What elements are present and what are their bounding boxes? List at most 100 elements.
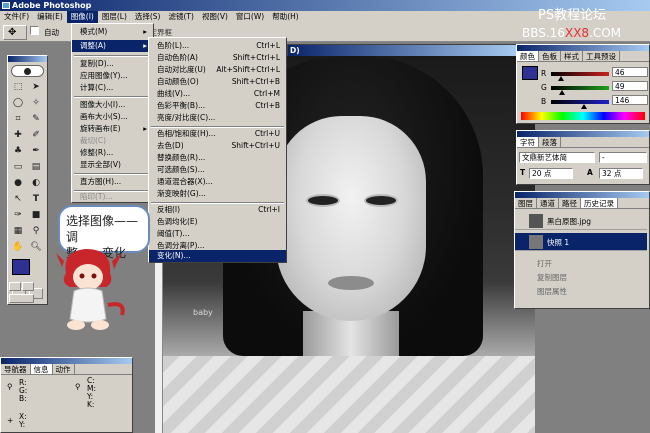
- tab-paths[interactable]: 路径: [559, 198, 581, 208]
- font-style-select[interactable]: -: [599, 152, 647, 163]
- color-spectrum-bar[interactable]: [521, 112, 645, 120]
- stamp-icon[interactable]: ♣: [10, 144, 26, 158]
- channel-g-value[interactable]: 49: [612, 81, 648, 91]
- menu-layer[interactable]: 图层(L): [98, 11, 131, 23]
- menu-file[interactable]: 文件(F): [0, 11, 33, 23]
- menu-select[interactable]: 选择(S): [131, 11, 165, 23]
- tab-actions[interactable]: 动作: [53, 364, 75, 374]
- menu-item-duplicate[interactable]: 复制(D)...: [72, 58, 153, 70]
- tab-layers[interactable]: 图层: [515, 198, 537, 208]
- eyedropper-icon[interactable]: ⚲: [28, 224, 44, 238]
- tab-navigator[interactable]: 导航器: [1, 364, 31, 374]
- history-snapshot-row[interactable]: 黑白原图.jpg: [515, 212, 647, 230]
- move-icon[interactable]: ➤: [28, 80, 44, 94]
- history-step-open[interactable]: 打开: [515, 258, 647, 270]
- channel-r-value[interactable]: 46: [612, 67, 648, 77]
- channel-r-slider[interactable]: [551, 72, 609, 81]
- tab-character[interactable]: 字符: [517, 137, 539, 147]
- menu-item-replace-color[interactable]: 替换颜色(R)...: [149, 152, 286, 164]
- slice-icon[interactable]: ✎: [28, 112, 44, 126]
- tab-channels[interactable]: 通道: [537, 198, 559, 208]
- menu-edit[interactable]: 编辑(E): [33, 11, 67, 23]
- menu-image[interactable]: 图像(I): [66, 11, 98, 23]
- foreground-color-swatch[interactable]: [12, 259, 30, 275]
- font-size-select[interactable]: 20 点: [529, 168, 573, 179]
- screen-mode-1-button[interactable]: [9, 282, 21, 291]
- menu-item-auto-color[interactable]: 自动颜色(O) Shift+Ctrl+B: [149, 76, 286, 88]
- brush-icon[interactable]: ✐: [28, 128, 44, 142]
- channel-r-slider-marker[interactable]: [558, 76, 565, 81]
- gradient-icon[interactable]: ▤: [28, 160, 44, 174]
- menu-item-equalize[interactable]: 色调均化(E): [149, 216, 286, 228]
- path-select-icon[interactable]: ↖: [10, 192, 26, 206]
- tab-styles[interactable]: 样式: [561, 51, 583, 61]
- menu-item-mode[interactable]: 模式(M) ▸: [72, 26, 153, 38]
- tab-tool-presets[interactable]: 工具预设: [583, 51, 620, 61]
- menu-item-variations[interactable]: 变化(N)...: [149, 250, 286, 262]
- menu-window[interactable]: 窗口(W): [232, 11, 268, 23]
- menu-item-hue-saturation[interactable]: 色相/饱和度(H)... Ctrl+U: [149, 128, 286, 140]
- screen-mode-2-button[interactable]: [22, 282, 34, 291]
- marquee-icon[interactable]: ⬚: [10, 80, 26, 94]
- history-brush-icon[interactable]: ✒: [28, 144, 44, 158]
- menu-view[interactable]: 视图(V): [198, 11, 232, 23]
- menu-help[interactable]: 帮助(H): [268, 11, 303, 23]
- menu-item-adjust[interactable]: 调整(A) ▸: [72, 40, 153, 52]
- dodge-icon[interactable]: ◐: [28, 176, 44, 190]
- tab-swatches[interactable]: 色板: [539, 51, 561, 61]
- notes-icon[interactable]: ▦: [10, 224, 26, 238]
- tab-color[interactable]: 颜色: [517, 51, 539, 61]
- menu-filter[interactable]: 滤镜(T): [165, 11, 198, 23]
- channel-b-slider[interactable]: [551, 100, 609, 109]
- font-family-select[interactable]: 文鼎新艺体简: [519, 152, 595, 163]
- magic-wand-icon[interactable]: ✧: [28, 96, 44, 110]
- auto-select-checkbox[interactable]: [30, 26, 41, 37]
- lasso-icon[interactable]: ◯: [10, 96, 26, 110]
- menu-item-desaturate[interactable]: 去色(D) Shift+Ctrl+U: [149, 140, 286, 152]
- crop-icon[interactable]: ⌗: [10, 112, 26, 126]
- menu-item-levels[interactable]: 色阶(L)... Ctrl+L: [149, 40, 286, 52]
- history-snapshot-1-row[interactable]: 快照 1: [515, 233, 647, 251]
- tab-info[interactable]: 信息: [30, 364, 53, 374]
- leading-select[interactable]: 32 点: [599, 168, 643, 179]
- menu-item-auto-levels[interactable]: 自动色阶(A) Shift+Ctrl+L: [149, 52, 286, 64]
- menu-item-invert[interactable]: 反相(I) Ctrl+I: [149, 204, 286, 216]
- menu-item-reveal-all[interactable]: 显示全部(V): [72, 159, 153, 171]
- menu-item-curves[interactable]: 曲线(V)... Ctrl+M: [149, 88, 286, 100]
- menu-item-rotate-canvas[interactable]: 旋转画布(E) ▸: [72, 123, 153, 135]
- menu-item-histogram[interactable]: 直方图(H)...: [72, 176, 153, 188]
- healing-brush-icon[interactable]: ✚: [10, 128, 26, 142]
- blur-icon[interactable]: ●: [10, 176, 26, 190]
- eye-logo-icon[interactable]: [11, 65, 44, 77]
- jump-to-imageready-button[interactable]: [9, 294, 34, 303]
- hand-icon[interactable]: ✋: [10, 240, 26, 254]
- menu-item-auto-contrast[interactable]: 自动对比度(U) Alt+Shift+Ctrl+L: [149, 64, 286, 76]
- menu-item-image-size[interactable]: 图像大小(I)...: [72, 99, 153, 111]
- menu-item-apply-image[interactable]: 应用图像(Y)...: [72, 70, 153, 82]
- menu-item-calculations[interactable]: 计算(C)...: [72, 82, 153, 94]
- color-panel-foreground-swatch[interactable]: [522, 66, 538, 80]
- menu-item-trim[interactable]: 修整(R)...: [72, 147, 153, 159]
- history-step-duplicate-layer[interactable]: 复制图层: [515, 272, 647, 284]
- pen-icon[interactable]: ✑: [10, 208, 26, 222]
- history-step-layer-properties[interactable]: 图层属性: [515, 286, 647, 298]
- menu-item-selective-color[interactable]: 可选颜色(S)...: [149, 164, 286, 176]
- menu-item-color-balance[interactable]: 色彩平衡(B)... Ctrl+B: [149, 100, 286, 112]
- channel-b-value[interactable]: 146: [612, 95, 648, 105]
- menu-item-channel-mixer[interactable]: 通道混合器(X)...: [149, 176, 286, 188]
- zoom-icon[interactable]: 🔍︎: [28, 240, 44, 254]
- menu-item-gradient-map[interactable]: 渐变映射(G)...: [149, 188, 286, 200]
- move-tool-preset-button[interactable]: ✥: [3, 25, 27, 40]
- channel-g-slider-marker[interactable]: [559, 90, 566, 95]
- type-icon[interactable]: T: [28, 192, 44, 206]
- shape-icon[interactable]: ■: [28, 208, 44, 222]
- tab-history[interactable]: 历史记录: [581, 198, 618, 208]
- menu-item-brightness-contrast[interactable]: 亮度/对比度(C)...: [149, 112, 286, 124]
- channel-g-slider[interactable]: [551, 86, 609, 95]
- snapshot-1-thumbnail: [529, 235, 543, 249]
- menu-item-canvas-size[interactable]: 画布大小(S)...: [72, 111, 153, 123]
- tab-paragraph[interactable]: 段落: [539, 137, 561, 147]
- channel-b-slider-marker[interactable]: [581, 104, 588, 109]
- eraser-icon[interactable]: ▭: [10, 160, 26, 174]
- menu-item-threshold[interactable]: 阈值(T)...: [149, 228, 286, 240]
